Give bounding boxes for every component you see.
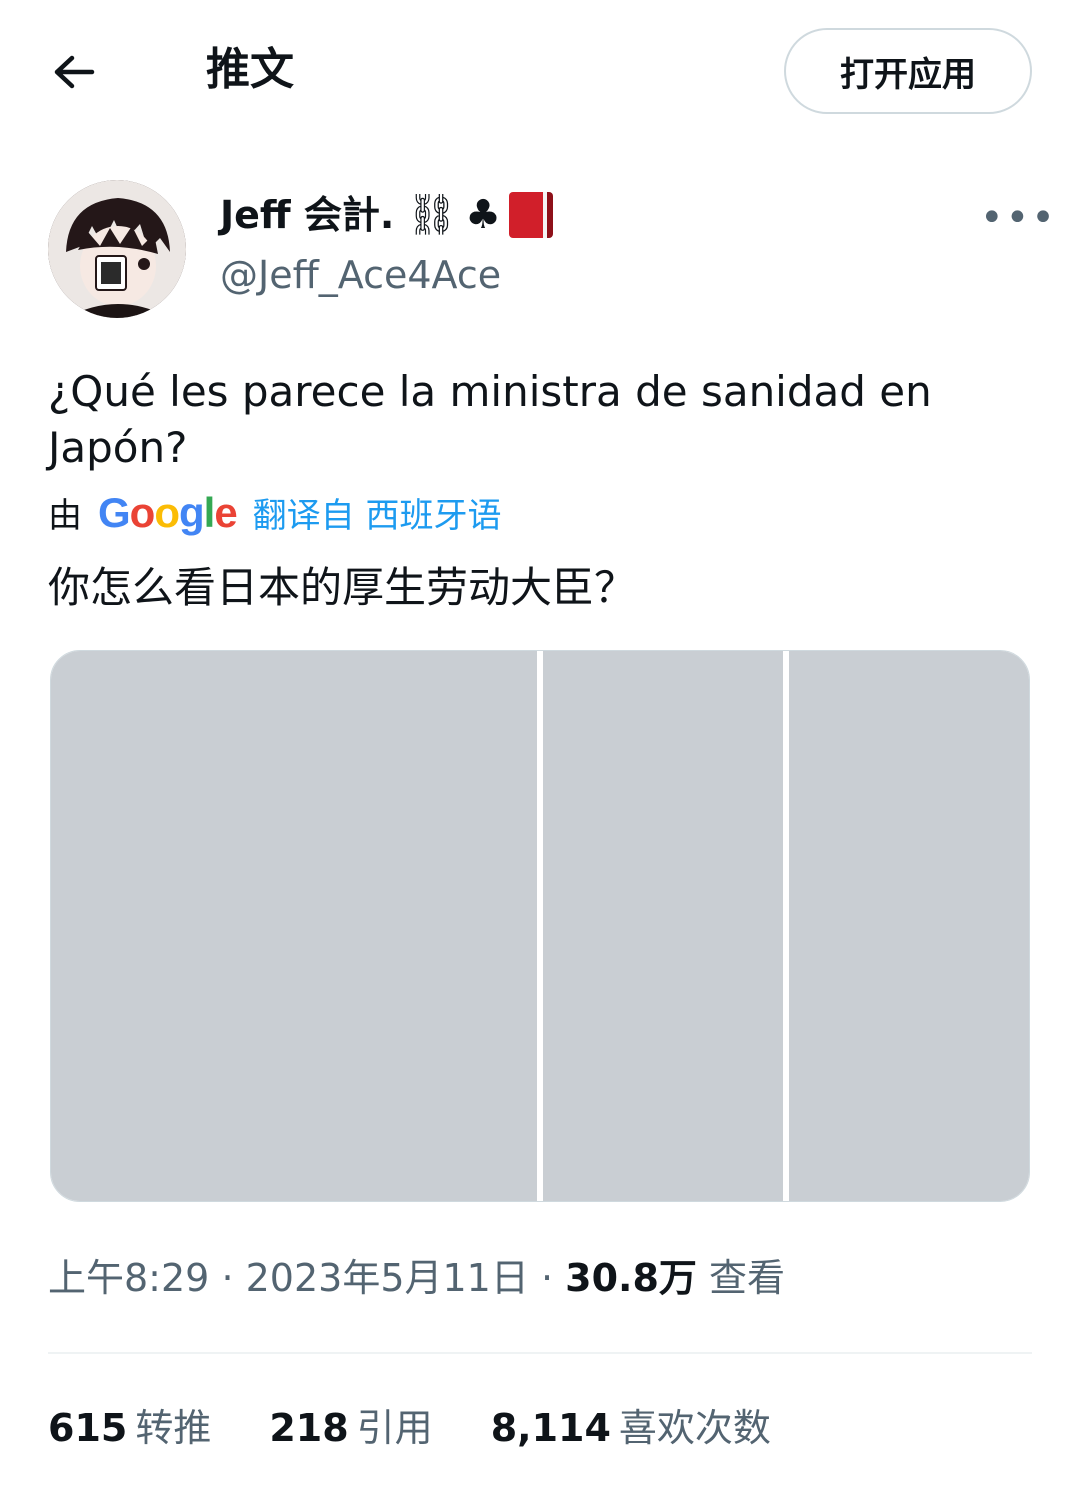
engagement-stats: 615 转推 218 引用 8,114 喜欢次数 xyxy=(48,1400,771,1456)
quotes-stat[interactable]: 218 引用 xyxy=(269,1400,432,1456)
author-name[interactable]: Jeff 会計. ⛓ ♣ xyxy=(220,190,553,240)
club-suit-icon: ♣ xyxy=(465,192,501,238)
media-image-2[interactable] xyxy=(543,651,783,1201)
meta-separator: · xyxy=(221,1256,246,1300)
quotes-count: 218 xyxy=(269,1406,349,1450)
divider xyxy=(48,1352,1032,1354)
quotes-label: 引用 xyxy=(356,1406,433,1450)
translation-attribution: 由 Google 翻译自 西班牙语 xyxy=(48,488,501,537)
retweets-label: 转推 xyxy=(135,1406,212,1450)
top-bar: 推文 打开应用 xyxy=(0,0,1080,140)
tweet-time[interactable]: 上午8:29 xyxy=(48,1256,209,1300)
author-display-name: Jeff 会計. xyxy=(220,193,395,237)
translation-source-link[interactable]: 翻译自 西班牙语 xyxy=(253,488,502,537)
more-button[interactable]: ••• xyxy=(980,198,1055,238)
media-right-column xyxy=(543,651,1029,1201)
tweet-text: ¿Qué les parece la ministra de sanidad e… xyxy=(48,367,932,472)
tweet-media-grid xyxy=(50,650,1030,1202)
retweets-count: 615 xyxy=(48,1406,128,1450)
author-handle[interactable]: @Jeff_Ace4Ace xyxy=(220,250,501,300)
google-logo: Google xyxy=(98,488,238,536)
chain-link-icon: ⛓ xyxy=(406,192,458,238)
media-image-1[interactable] xyxy=(51,651,537,1201)
media-image-3[interactable] xyxy=(789,651,1029,1201)
retweets-stat[interactable]: 615 转推 xyxy=(48,1400,211,1456)
red-book-icon xyxy=(509,192,553,238)
likes-label: 喜欢次数 xyxy=(618,1406,771,1450)
translated-tweet-text: 你怎么看日本的厚生劳动大臣？ xyxy=(48,563,637,612)
open-app-button[interactable]: 打开应用 xyxy=(784,28,1032,114)
tweet-date[interactable]: 2023年5月11日 xyxy=(246,1256,529,1300)
translation-via-label: 由 xyxy=(48,496,82,536)
likes-count: 8,114 xyxy=(490,1406,611,1450)
arrow-left-icon xyxy=(54,55,95,89)
avatar-image xyxy=(48,180,186,318)
author-badges: ⛓ ♣ xyxy=(406,190,553,240)
more-horizontal-icon: ••• xyxy=(980,195,1057,241)
meta-separator: · xyxy=(540,1256,566,1300)
tweet-meta: 上午8:29 · 2023年5月11日 · 30.8万 查看 xyxy=(48,1252,785,1304)
page-title: 推文 xyxy=(206,44,294,95)
back-button[interactable] xyxy=(48,46,100,98)
avatar[interactable] xyxy=(48,180,186,318)
likes-stat[interactable]: 8,114 喜欢次数 xyxy=(491,1400,771,1456)
views-count: 30.8万 xyxy=(565,1256,697,1300)
views-label: 查看 xyxy=(708,1256,785,1300)
